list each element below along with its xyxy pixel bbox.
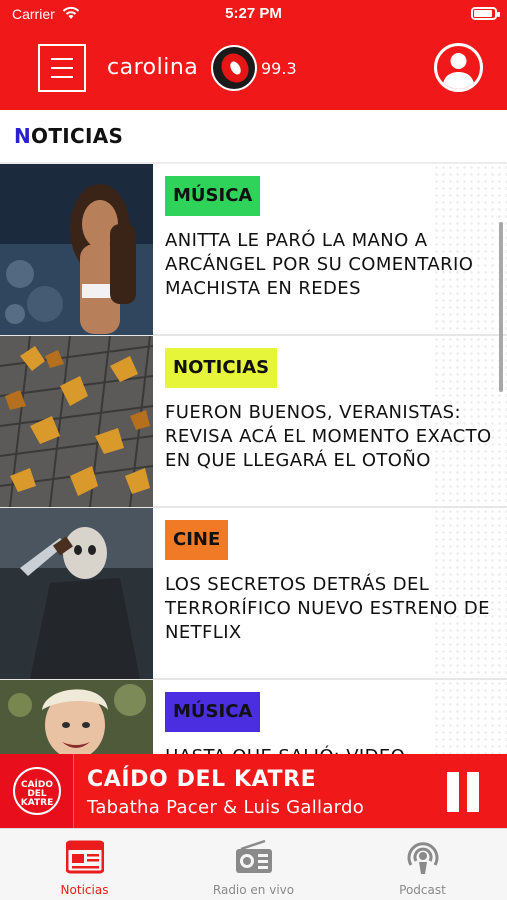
page-title: NOTICIAS [14,124,124,148]
scrollbar[interactable] [499,222,503,392]
brand-logo[interactable]: carolina 99.3 [107,45,307,91]
pause-icon [447,772,459,812]
battery-level [474,10,492,17]
tab-radio-en-vivo[interactable]: Radio en vivo [169,829,338,900]
news-headline[interactable]: LOS SECRETOS DETRÁS DEL TERRORÍFICO NUEV… [165,573,495,645]
pause-button[interactable] [443,772,483,812]
album-art: CAÍDO DEL KATRE [0,754,74,828]
category-badge[interactable]: NOTICIAS [165,348,278,388]
news-thumbnail [0,164,153,335]
tab-bar: Noticias Radio en vivo Podcast [0,828,507,900]
logo-text: carolina [107,55,199,80]
news-item[interactable]: MÚSICA HASTA QUE SALIÓ: VIDEO [0,680,507,754]
news-headline[interactable]: ANITTA LE PARÓ LA MANO A ARCÁNGEL POR SU… [165,229,495,301]
podcast-icon [407,842,439,874]
newspaper-icon [66,840,104,874]
section-header: NOTICIAS [0,110,507,164]
category-badge[interactable]: MÚSICA [165,692,261,732]
now-playing-title: CAÍDO DEL KATRE [87,767,317,792]
hamburger-line [51,67,73,69]
pause-icon [467,772,479,812]
user-avatar-icon [442,53,475,89]
tab-podcast[interactable]: Podcast [338,829,507,900]
tab-label: Radio en vivo [212,883,295,897]
radio-icon [236,839,272,873]
category-badge[interactable]: MÚSICA [165,176,261,216]
news-headline[interactable]: FUERON BUENOS, VERANISTAS: REVISA ACÁ EL… [165,401,495,473]
hamburger-line [51,76,73,78]
news-item[interactable]: MÚSICA ANITTA LE PARÓ LA MANO A ARCÁNGEL… [0,164,507,336]
news-headline[interactable]: HASTA QUE SALIÓ: VIDEO [165,745,495,754]
now-playing-artist: Tabatha Pacer & Luis Gallardo [87,797,365,818]
logo-frequency: 99.3 [261,59,297,78]
hamburger-line [51,58,73,60]
app-header: Carrier 5:27 PM carolina 99.3 [0,0,507,110]
tab-label: Podcast [399,883,446,897]
now-playing-bar[interactable]: CAÍDO DEL KATRE CAÍDO DEL KATRE Tabatha … [0,754,507,828]
category-badge[interactable]: CINE [165,520,229,560]
battery-icon [471,7,500,20]
news-thumbnail [0,508,153,679]
news-thumbnail [0,336,153,507]
news-item[interactable]: CINE LOS SECRETOS DETRÁS DEL TERRORÍFICO… [0,508,507,680]
art-text: CAÍDO DEL KATRE [20,780,54,808]
menu-button[interactable] [38,44,86,92]
news-thumbnail [0,680,153,754]
news-list[interactable]: MÚSICA ANITTA LE PARÓ LA MANO A ARCÁNGEL… [0,164,507,754]
tab-noticias[interactable]: Noticias [0,829,169,900]
news-item[interactable]: NOTICIAS FUERON BUENOS, VERANISTAS: REVI… [0,336,507,508]
status-time: 5:27 PM [225,5,282,22]
profile-button[interactable] [434,43,483,92]
logo-badge-icon [211,45,257,91]
tab-label: Noticias [60,883,109,897]
status-bar: Carrier 5:27 PM [0,0,507,28]
